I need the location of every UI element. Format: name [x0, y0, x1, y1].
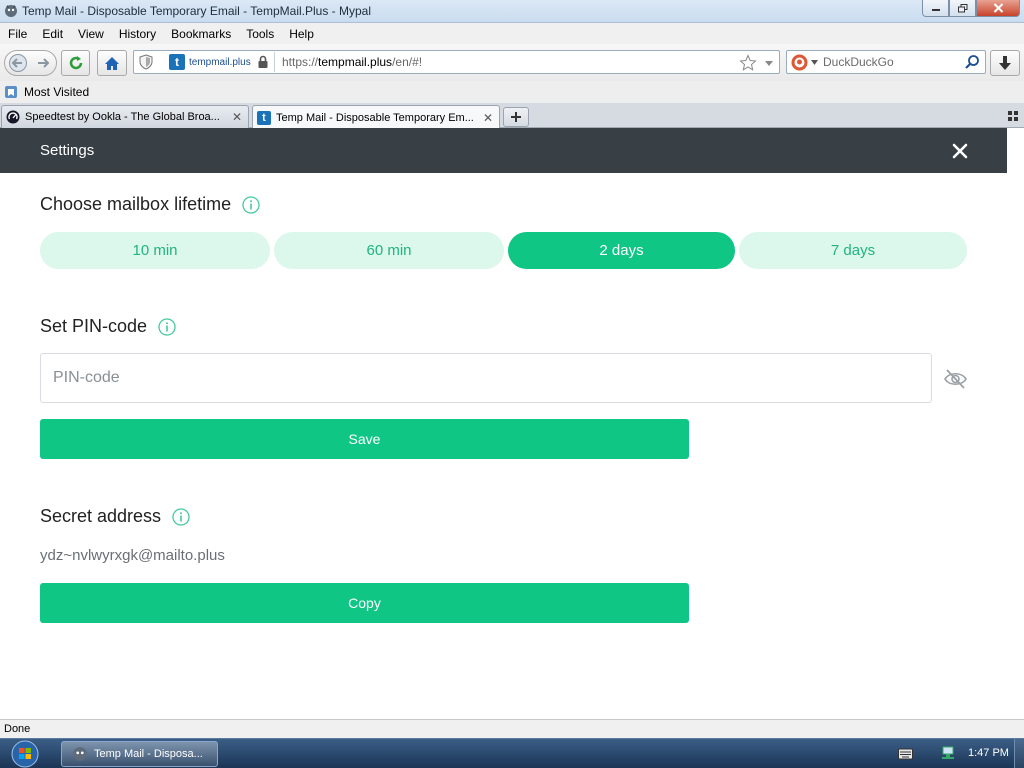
lifetime-selector: 10 min 60 min 2 days 7 days	[40, 232, 967, 269]
secret-section-title: Secret address	[40, 506, 190, 527]
show-desktop-button[interactable]	[1014, 739, 1024, 768]
lifetime-option-7days[interactable]: 7 days	[739, 232, 967, 269]
url-text[interactable]: https://tempmail.plus/en/#!	[282, 55, 422, 69]
tempmail-favicon: t	[169, 54, 185, 70]
mypal-app-icon	[73, 747, 87, 761]
url-scheme: https://	[282, 55, 319, 69]
tab-list-icon[interactable]	[1008, 111, 1018, 121]
search-icon[interactable]	[964, 54, 980, 70]
taskbar-item-tempmail[interactable]: Temp Mail - Disposa...	[61, 741, 218, 767]
mypal-app-icon	[5, 5, 17, 17]
search-engine-dropdown-icon[interactable]	[811, 60, 818, 65]
settings-header: Settings	[0, 128, 1007, 173]
lifetime-option-60min[interactable]: 60 min	[274, 232, 504, 269]
tab-tempmail[interactable]: t Temp Mail - Disposable Temporary Em...…	[252, 105, 500, 129]
window-title: Temp Mail - Disposable Temporary Email -…	[22, 4, 371, 18]
pin-code-input[interactable]	[40, 353, 932, 403]
download-icon	[999, 56, 1011, 70]
tab-label: Speedtest by Ookla - The Global Broa...	[25, 111, 220, 123]
close-window-button[interactable]	[976, 0, 1020, 17]
secret-title: Secret address	[40, 506, 162, 526]
bookmark-folder-icon	[5, 86, 17, 98]
search-bar[interactable]: DuckDuckGo	[786, 50, 986, 74]
home-button[interactable]	[97, 50, 127, 76]
close-settings-icon[interactable]	[950, 141, 970, 161]
url-history-dropdown-icon[interactable]	[763, 57, 775, 69]
pin-title: Set PIN-code	[40, 316, 148, 336]
url-path: /en/#!	[392, 55, 423, 69]
identity-domain: tempmail.plus	[189, 56, 251, 68]
navigation-toolbar: t tempmail.plus https://tempmail.plus/en…	[0, 44, 1024, 81]
menu-help[interactable]: Help	[281, 27, 321, 41]
downloads-button[interactable]	[990, 50, 1020, 76]
taskbar: Temp Mail - Disposa... 1:47 PM	[0, 738, 1024, 768]
new-tab-button[interactable]	[503, 107, 529, 127]
tab-label: Temp Mail - Disposable Temporary Em...	[276, 111, 474, 124]
tab-speedtest[interactable]: Speedtest by Ookla - The Global Broa... …	[1, 105, 249, 128]
info-icon[interactable]	[172, 507, 190, 526]
secret-address-value: ydz~nvlwyrxgk@mailto.plus	[40, 547, 225, 564]
info-icon[interactable]	[158, 317, 176, 336]
menu-history[interactable]: History	[111, 27, 163, 41]
menu-bar: File Edit View History Bookmarks Tools H…	[0, 23, 1024, 44]
back-forward-group	[4, 50, 57, 76]
restore-icon	[957, 3, 967, 12]
bookmark-most-visited[interactable]: Most Visited	[24, 85, 89, 99]
lifetime-section-title: Choose mailbox lifetime	[40, 194, 260, 215]
start-button[interactable]	[5, 740, 45, 768]
copy-button[interactable]: Copy	[40, 583, 689, 623]
status-text: Done	[4, 723, 31, 735]
tab-close-icon[interactable]: ✕	[481, 111, 495, 125]
page-content: Settings Choose mailbox lifetime 10 min …	[0, 128, 1024, 719]
lock-icon	[258, 55, 268, 68]
plus-icon	[511, 112, 521, 122]
settings-title: Settings	[40, 142, 95, 159]
duckduckgo-icon[interactable]	[791, 54, 808, 71]
back-icon[interactable]	[8, 54, 28, 72]
info-icon[interactable]	[242, 195, 260, 214]
home-icon	[105, 56, 119, 70]
tempmail-favicon: t	[257, 110, 271, 125]
forward-icon[interactable]	[33, 54, 53, 72]
menu-tools[interactable]: Tools	[238, 27, 281, 41]
speedtest-icon	[6, 110, 20, 124]
restore-button[interactable]	[949, 0, 976, 17]
pin-section-title: Set PIN-code	[40, 316, 176, 337]
page-scrollbar[interactable]	[1007, 128, 1024, 719]
lifetime-option-10min[interactable]: 10 min	[40, 232, 270, 269]
tab-close-icon[interactable]: ✕	[230, 110, 244, 124]
browser-window: Temp Mail - Disposable Temporary Email -…	[0, 0, 1024, 768]
bookmark-star-icon[interactable]	[739, 54, 757, 72]
lifetime-option-2days[interactable]: 2 days	[508, 232, 735, 269]
windows-start-icon	[11, 740, 39, 768]
status-bar: Done	[0, 719, 1024, 738]
save-button[interactable]: Save	[40, 419, 689, 459]
reload-button[interactable]	[61, 50, 90, 76]
minimize-button[interactable]	[922, 0, 949, 17]
menu-view[interactable]: View	[70, 27, 111, 41]
taskbar-clock: 1:47 PM	[968, 747, 1009, 759]
bookmarks-toolbar: Most Visited	[0, 81, 1024, 103]
site-identity[interactable]: t tempmail.plus	[169, 52, 275, 72]
taskbar-item-label: Temp Mail - Disposa...	[94, 748, 203, 760]
lifetime-title: Choose mailbox lifetime	[40, 194, 232, 214]
tabs-bar: Speedtest by Ookla - The Global Broa... …	[0, 103, 1024, 129]
menu-edit[interactable]: Edit	[34, 27, 70, 41]
keyboard-icon[interactable]	[898, 748, 913, 760]
search-placeholder: DuckDuckGo	[823, 55, 894, 69]
title-bar: Temp Mail - Disposable Temporary Email -…	[0, 0, 1024, 23]
url-host: tempmail.plus	[318, 55, 393, 69]
menu-file[interactable]: File	[0, 27, 34, 41]
url-bar[interactable]: t tempmail.plus https://tempmail.plus/en…	[133, 50, 780, 74]
menu-bookmarks[interactable]: Bookmarks	[163, 27, 238, 41]
reload-icon	[69, 56, 82, 70]
minimize-icon	[931, 9, 940, 11]
network-icon[interactable]	[940, 745, 956, 761]
shield-icon[interactable]	[138, 54, 154, 70]
hidden-eye-icon[interactable]	[943, 368, 968, 390]
close-icon	[993, 3, 1003, 13]
